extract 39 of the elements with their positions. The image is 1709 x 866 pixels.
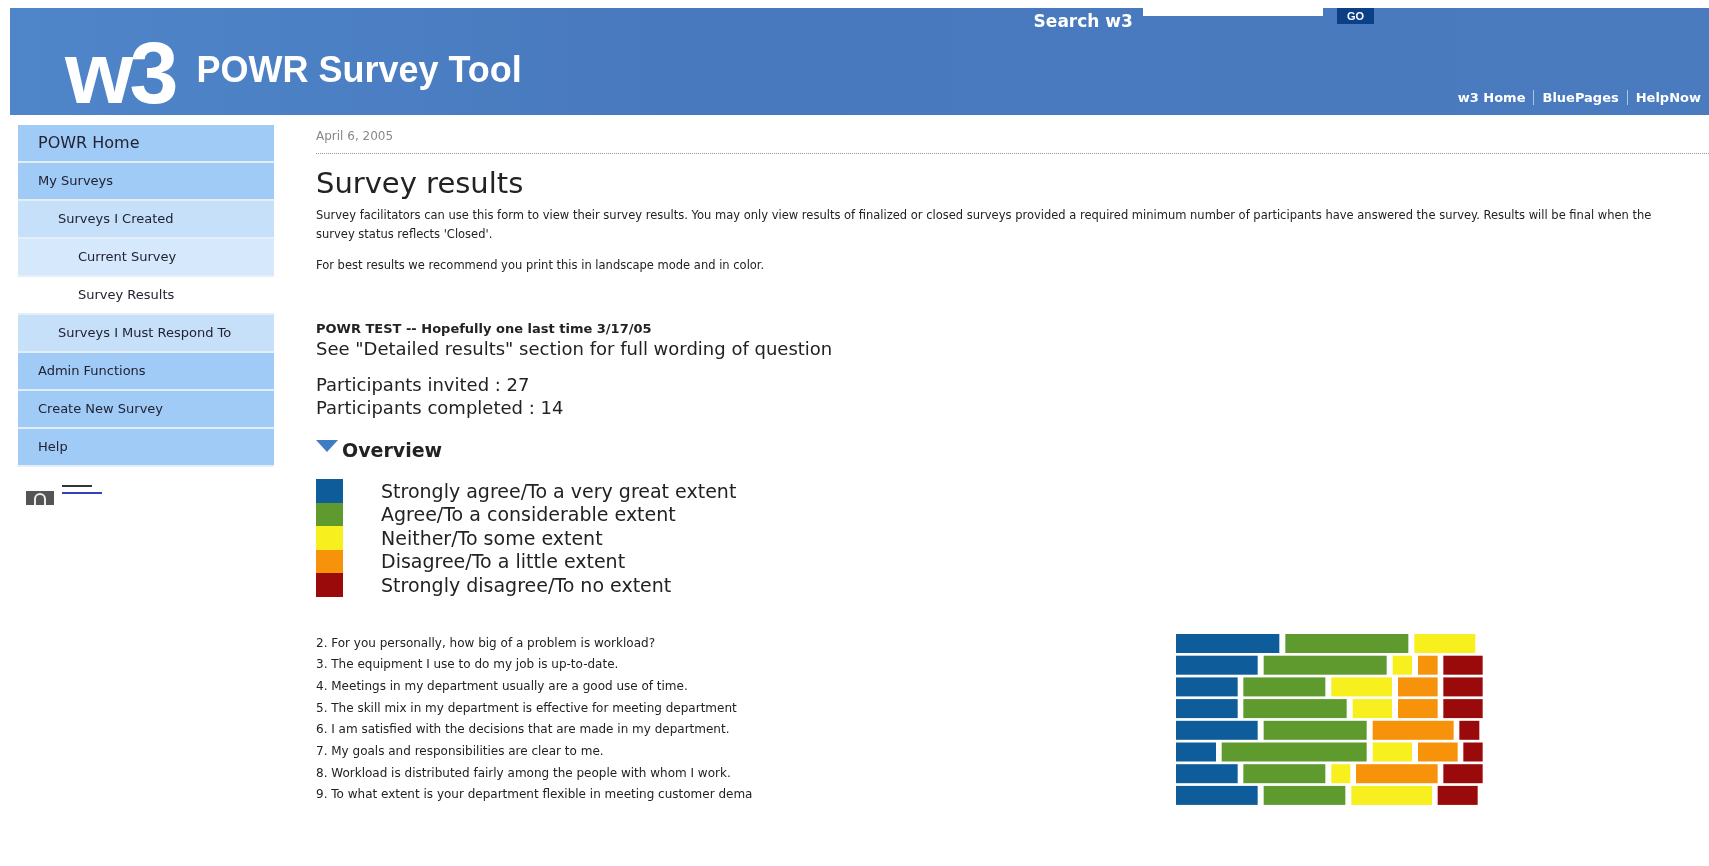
legend-label: Disagree/To a little extent bbox=[381, 550, 626, 573]
go-button[interactable]: GO bbox=[1336, 8, 1374, 24]
sidebar-item[interactable]: Create New Survey bbox=[18, 391, 274, 427]
legend-label: Neither/To some extent bbox=[381, 526, 603, 549]
sidebar-item[interactable]: Current Survey bbox=[18, 239, 274, 275]
legend-label: Agree/To a considerable extent bbox=[381, 503, 676, 526]
page-heading: Survey results bbox=[316, 166, 525, 200]
search-field[interactable] bbox=[1142, 8, 1323, 16]
header-link[interactable]: BluePages bbox=[1533, 90, 1627, 105]
section-heading: Overview bbox=[342, 439, 443, 461]
note-text: See "Detailed results" section for full wording of question bbox=[316, 338, 834, 359]
sidebar-item[interactable]: Admin Functions bbox=[18, 353, 274, 389]
intro-paragraph: Survey facilitators can use this form to view their survey results. You may only view results of finalized or closed surveys provided a required minimum number of participants have answered the survey. Results will be final when the survey status reflects 'Closed'. bbox=[316, 207, 1653, 243]
collapse-icon[interactable] bbox=[316, 439, 338, 453]
legend-label: Strongly disagree/To no extent bbox=[381, 573, 672, 596]
sidebar-item[interactable]: My Surveys bbox=[18, 163, 274, 199]
legend-label: Strongly agree/To a very great extent bbox=[381, 479, 737, 502]
header-link[interactable]: HelpNow bbox=[1626, 90, 1709, 105]
site-title: POWR Survey Tool bbox=[196, 49, 522, 91]
participant-count: Participants invited : 27 bbox=[316, 373, 531, 396]
question-text: 5. The skill mix in my department is effective for meeting department bbox=[316, 699, 738, 717]
question-text: 2. For you personally, how big of a problem is workload? bbox=[316, 634, 656, 652]
survey-title: POWR TEST -- Hopefully one last time 3/17/05 bbox=[316, 321, 653, 336]
sidebar-item[interactable]: Surveys I Must Respond To bbox=[18, 315, 274, 351]
header-link[interactable]: w3 Home bbox=[1449, 90, 1534, 105]
question-text: 6. I am satisfied with the decisions that are made in my department. bbox=[316, 721, 731, 739]
date-text: April 6, 2005 bbox=[316, 129, 1709, 154]
search-label: Search w3 bbox=[1033, 11, 1133, 31]
sidebar-item[interactable]: Surveys I Created bbox=[18, 201, 274, 237]
logo: w3 bbox=[65, 31, 175, 115]
question-text: 3. The equipment I use to do my job is up-to-date. bbox=[316, 656, 620, 674]
question-text: 4. Meetings in my department usually are a good use of time. bbox=[316, 677, 689, 695]
sidebar-item[interactable]: POWR Home bbox=[18, 125, 274, 161]
sidebar-item[interactable]: Help bbox=[18, 429, 274, 465]
question-text: 8. Workload is distributed fairly among the people with whom I work. bbox=[316, 764, 732, 782]
intro-paragraph: For best results we recommend you print this in landscape mode and in color. bbox=[316, 257, 766, 274]
question-text: 7. My goals and responsibilities are clear to me. bbox=[316, 742, 605, 760]
question-text: 9. To what extent is your department flexible in meeting customer dema bbox=[316, 786, 754, 804]
participant-count: Participants completed : 14 bbox=[316, 396, 565, 419]
